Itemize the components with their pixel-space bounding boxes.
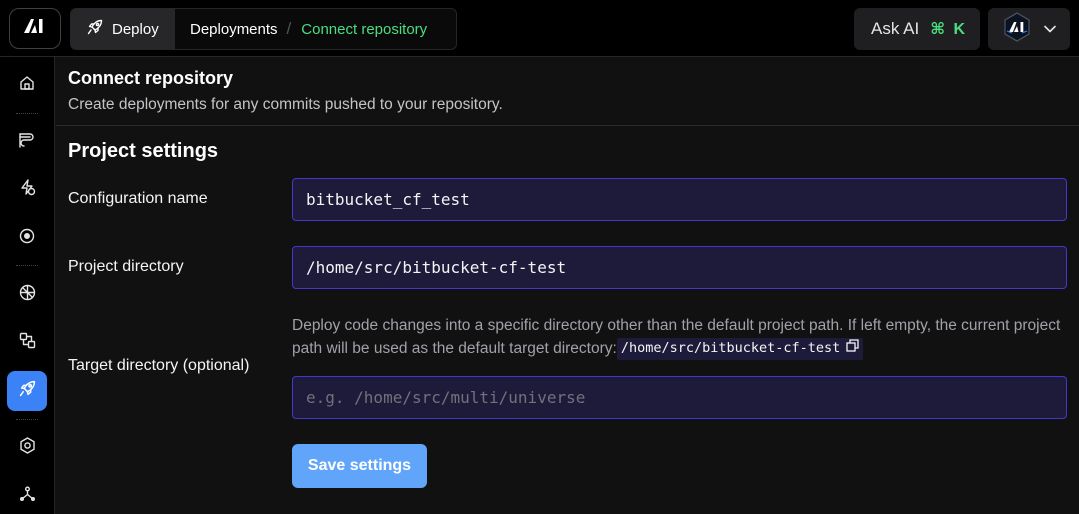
main-content: Connect repository Create deployments fo… — [56, 57, 1079, 514]
sidebar-item-deploy[interactable] — [7, 371, 47, 411]
workflow-icon — [19, 332, 36, 354]
breadcrumb-deployments[interactable]: Deployments — [190, 21, 278, 38]
pipeline-icon — [18, 132, 36, 153]
brand-logo-icon — [23, 18, 47, 39]
sidebar-divider — [16, 265, 38, 266]
bolt-icon — [19, 179, 36, 201]
ask-ai-button[interactable]: Ask AI ⌘ K — [854, 8, 980, 50]
rocket-icon — [87, 19, 103, 39]
target-icon — [19, 228, 35, 249]
default-path-text: /home/src/bitbucket-cf-test — [620, 340, 841, 357]
sidebar-item-pipelines[interactable] — [7, 122, 47, 162]
brand-logo-button[interactable] — [9, 8, 61, 49]
target-directory-field[interactable] — [292, 376, 1067, 419]
app-window: Deploy Deployments / Connect repository … — [0, 0, 1079, 514]
sidebar-item-workflows[interactable] — [7, 323, 47, 363]
page-subtitle: Create deployments for any commits pushe… — [68, 96, 503, 113]
target-directory-input[interactable] — [306, 388, 1053, 407]
configuration-name-input[interactable] — [306, 190, 1053, 209]
top-bar: Deploy Deployments / Connect repository … — [0, 0, 1079, 57]
brand-avatar-icon — [1002, 11, 1032, 47]
ask-ai-shortcut: ⌘ K — [930, 21, 968, 38]
breadcrumb: Deploy Deployments / Connect repository — [70, 8, 457, 50]
project-directory-field[interactable] — [292, 246, 1067, 289]
profile-menu[interactable] — [988, 8, 1070, 50]
configuration-name-field[interactable] — [292, 178, 1067, 221]
page-title: Connect repository — [68, 68, 234, 88]
breadcrumb-deploy-label: Deploy — [112, 20, 159, 38]
save-settings-button[interactable]: Save settings — [292, 444, 427, 488]
sidebar-item-integrations[interactable] — [7, 476, 47, 514]
sidebar-item-performance[interactable] — [7, 170, 47, 210]
default-path-chip[interactable]: /home/src/bitbucket-cf-test — [616, 337, 864, 360]
sidebar-item-monitoring[interactable] — [7, 218, 47, 258]
tripod-icon — [19, 485, 36, 507]
sidebar-divider — [16, 419, 38, 420]
section-title: Project settings — [68, 140, 219, 162]
sidebar-item-settings[interactable] — [7, 428, 47, 468]
page-header: Connect repository Create deployments fo… — [56, 57, 1079, 126]
configuration-name-label: Configuration name — [68, 190, 208, 207]
sidebar-item-network[interactable] — [7, 275, 47, 315]
project-directory-input[interactable] — [306, 258, 1053, 277]
breadcrumb-current[interactable]: Connect repository — [301, 21, 427, 38]
target-directory-help: Deploy code changes into a specific dire… — [292, 314, 1072, 360]
sidebar-item-home[interactable] — [7, 65, 47, 105]
breadcrumb-separator: / — [286, 19, 292, 38]
copy-icon[interactable] — [846, 337, 859, 360]
home-icon — [19, 75, 35, 96]
hexagon-gear-icon — [19, 437, 36, 459]
network-icon — [19, 284, 36, 306]
breadcrumb-deploy[interactable]: Deploy — [71, 9, 175, 49]
project-directory-label: Project directory — [68, 258, 184, 275]
chevron-down-icon — [1044, 20, 1056, 38]
sidebar — [0, 57, 55, 514]
target-directory-label: Target directory (optional) — [68, 357, 250, 374]
sidebar-divider — [16, 113, 38, 114]
rocket-icon — [19, 380, 36, 402]
ask-ai-label: Ask AI — [871, 19, 920, 38]
